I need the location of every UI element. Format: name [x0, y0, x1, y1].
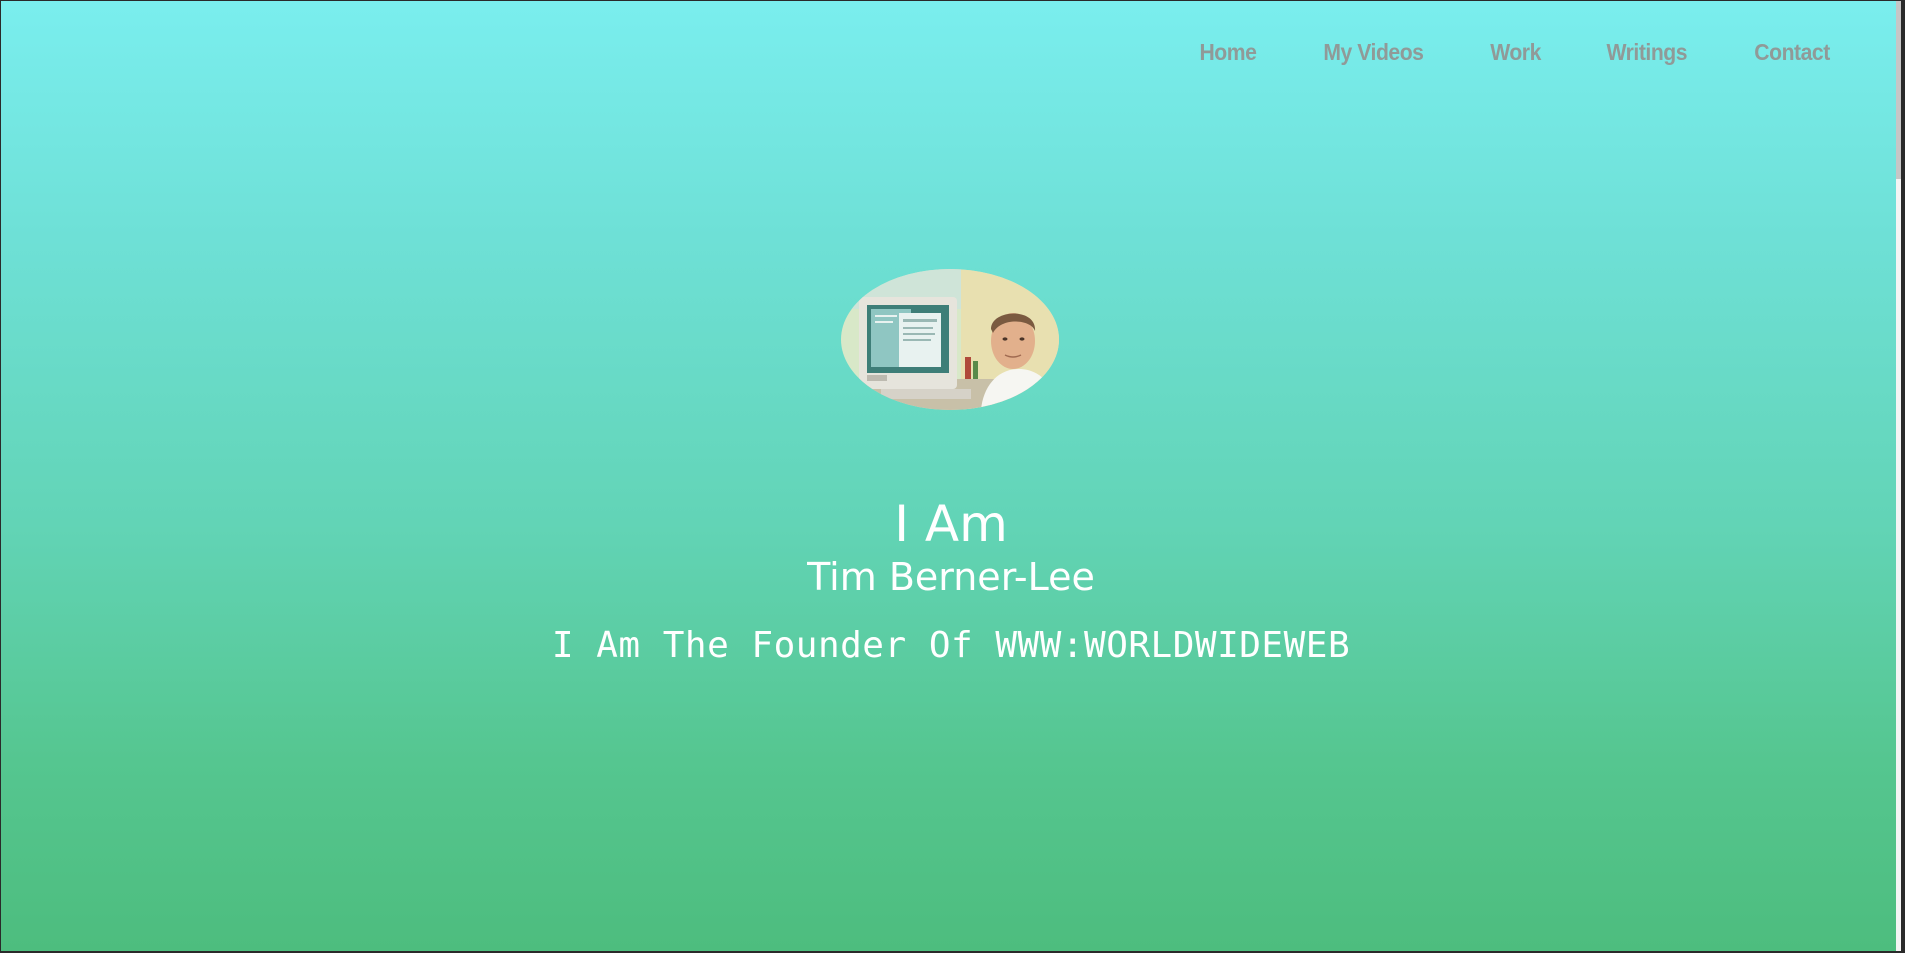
profile-photo — [841, 269, 1059, 410]
nav-link-writings[interactable]: Writings — [1607, 39, 1688, 66]
vertical-scrollbar[interactable] — [1896, 1, 1901, 951]
top-nav: Home My Videos Work Writings Contact — [1197, 39, 1833, 66]
nav-link-my-videos[interactable]: My Videos — [1324, 39, 1425, 66]
nav-link-work[interactable]: Work — [1490, 39, 1541, 66]
hero-tagline: I Am The Founder Of WWW:WORLDWIDEWEB — [551, 625, 1351, 666]
nav-link-home[interactable]: Home — [1200, 39, 1257, 66]
nav-link-contact[interactable]: Contact — [1754, 39, 1830, 66]
page: Home My Videos Work Writings Contact I A… — [1, 1, 1901, 951]
hero-intro: I Am — [894, 495, 1008, 553]
hero-name: Tim Berner-Lee — [807, 555, 1095, 599]
scrollbar-thumb[interactable] — [1896, 1, 1901, 179]
